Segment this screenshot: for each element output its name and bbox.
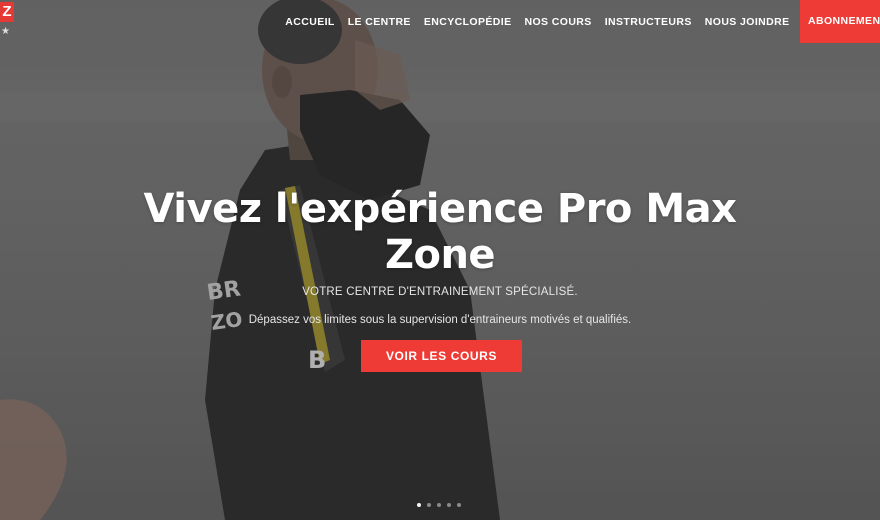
nav-accueil[interactable]: ACCUEIL [279, 16, 341, 28]
main-navigation: ACCUEIL LE CENTRE ENCYCLOPÉDIE NOS COURS… [279, 0, 880, 43]
nav-instructeurs[interactable]: INSTRUCTEURS [598, 16, 698, 28]
slider-dot[interactable] [417, 503, 421, 507]
site-logo[interactable]: Z ★ [0, 0, 16, 40]
logo-mark: Z [0, 2, 14, 22]
nav-abonnement-button[interactable]: ABONNEMENT [800, 0, 880, 43]
slider-dots [417, 503, 461, 507]
hero-title: Vivez l'expérience Pro Max Zone [143, 186, 737, 278]
voir-les-cours-button[interactable]: VOIR LES COURS [361, 340, 522, 372]
nav-nous-joindre[interactable]: NOUS JOINDRE [698, 16, 796, 28]
hero-subtitle: VOTRE CENTRE D'ENTRAINEMENT SPÉCIALISÉ. [302, 286, 578, 298]
star-icon: ★ [1, 26, 10, 37]
nav-encyclopedie[interactable]: ENCYCLOPÉDIE [417, 16, 518, 28]
hero-description: Dépassez vos limites sous la supervision… [248, 314, 632, 326]
nav-le-centre[interactable]: LE CENTRE [341, 16, 417, 28]
slider-dot[interactable] [427, 503, 431, 507]
nav-nos-cours[interactable]: NOS COURS [518, 16, 598, 28]
slider-dot[interactable] [447, 503, 451, 507]
slider-dot[interactable] [437, 503, 441, 507]
slider-dot[interactable] [457, 503, 461, 507]
